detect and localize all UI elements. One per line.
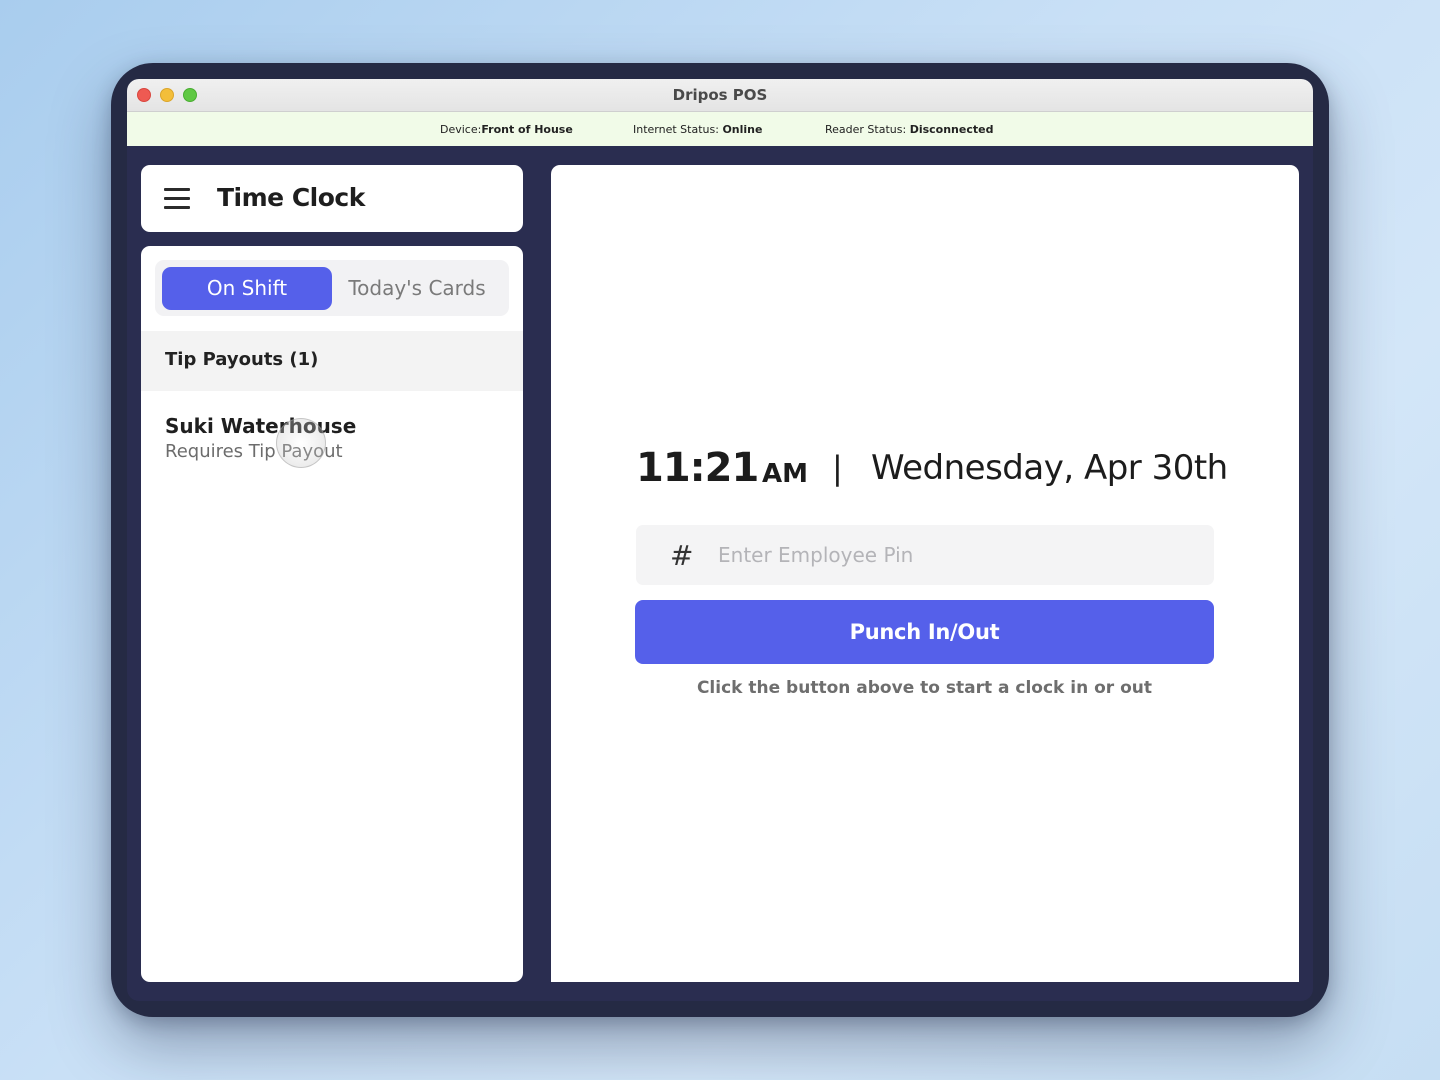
list-item[interactable]: Suki Waterhouse Requires Tip Payout	[141, 406, 523, 470]
window-title: Dripos POS	[672, 86, 768, 104]
device-status-value: Front of House	[481, 123, 573, 136]
segmented-tabs: On Shift Today's Cards	[155, 260, 509, 316]
internet-status-label: Internet Status:	[633, 123, 719, 136]
employee-pin-input[interactable]	[718, 525, 1198, 585]
internet-status-value: Online	[722, 123, 763, 136]
tab-on-shift[interactable]: On Shift	[162, 267, 332, 310]
device-frame: Dripos POS Device:Front of House Interne…	[111, 63, 1329, 1017]
clock-time: 11:21	[636, 445, 759, 491]
clock-date: Wednesday, Apr 30th	[871, 448, 1228, 488]
tip-payouts-section-header: Tip Payouts (1)	[141, 331, 523, 391]
reader-status-label: Reader Status:	[825, 123, 907, 136]
page-header: Time Clock	[141, 165, 523, 232]
helper-text: Click the button above to start a clock …	[696, 678, 1153, 698]
page-title: Time Clock	[217, 183, 365, 212]
status-bar: Device:Front of House Internet Status: O…	[127, 112, 1313, 146]
clock-ampm: AM	[762, 459, 808, 489]
reader-status-value: Disconnected	[909, 123, 994, 136]
shift-panel: On Shift Today's Cards Tip Payouts (1) S…	[141, 246, 523, 982]
employee-pin-field[interactable]: #	[636, 525, 1214, 585]
device-status: Device:Front of House	[440, 123, 573, 136]
device-status-label: Device:	[440, 123, 482, 136]
employee-name: Suki Waterhouse	[165, 414, 357, 438]
title-bar: Dripos POS	[127, 79, 1313, 112]
hash-icon: #	[670, 539, 694, 572]
punch-in-out-button[interactable]: Punch In/Out	[635, 600, 1214, 664]
clock-display: 11:21 AM | Wednesday, Apr 30th	[636, 445, 1256, 495]
hamburger-icon[interactable]	[164, 188, 190, 209]
tip-payouts-title: Tip Payouts (1)	[165, 349, 319, 370]
touch-indicator	[276, 418, 326, 468]
time-clock-panel: 11:21 AM | Wednesday, Apr 30th # Punch I…	[551, 165, 1299, 982]
internet-status: Internet Status: Online	[633, 123, 762, 136]
clock-separator: |	[832, 449, 843, 487]
reader-status: Reader Status: Disconnected	[825, 123, 993, 136]
tab-todays-cards[interactable]: Today's Cards	[332, 267, 502, 310]
app-window: Dripos POS Device:Front of House Interne…	[127, 79, 1313, 1001]
